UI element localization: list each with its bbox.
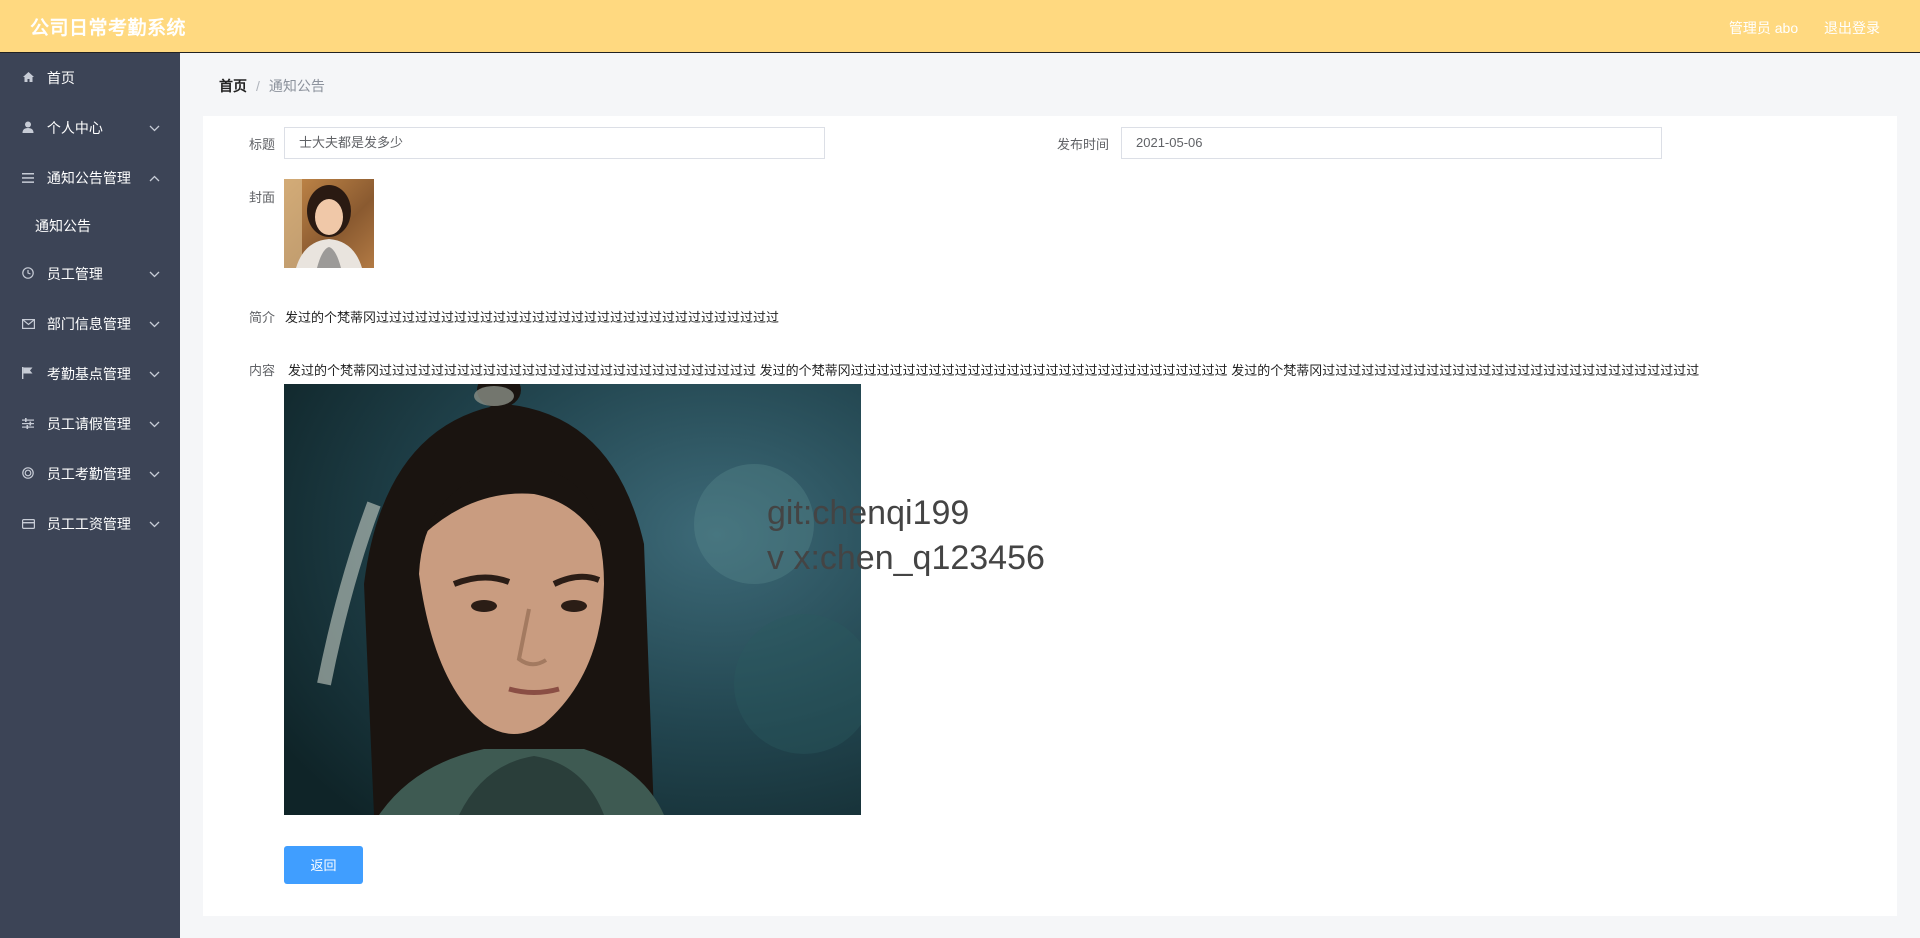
user-icon (22, 104, 40, 154)
app-title: 公司日常考勤系统 (30, 18, 187, 39)
content-label: 内容 (248, 363, 275, 378)
sidebar-item-label: 员工工资管理 (46, 516, 131, 532)
sidebar-item-home[interactable]: 首页 (0, 53, 180, 103)
sliders-icon (22, 400, 40, 450)
mail-icon (22, 300, 40, 350)
chevron-down-icon (149, 499, 160, 549)
sidebar-item-profile[interactable]: 个人中心 (0, 103, 180, 153)
breadcrumb-separator: / (256, 78, 260, 94)
sidebar-item-department-management[interactable]: 部门信息管理 (0, 299, 180, 349)
notice-detail-form: 标题 士大夫都是发多少 发布时间 2021-05-06 封面 简介 发过的个梵蒂… (203, 116, 1897, 916)
sidebar-item-attendance-point-management[interactable]: 考勤基点管理 (0, 349, 180, 399)
intro-text: 发过的个梵蒂冈过过过过过过过过过过过过过过过过过过过过过过过过过过过过过过过 (285, 310, 780, 325)
content-image (284, 384, 861, 815)
chevron-down-icon (149, 349, 160, 399)
sidebar-item-label: 首页 (46, 70, 75, 86)
chevron-down-icon (149, 299, 160, 349)
watermark-line: v x:chen_q123456 (767, 539, 1045, 577)
sidebar-item-label: 个人中心 (46, 120, 103, 136)
breadcrumb: 首页 / 通知公告 (219, 76, 325, 96)
chevron-down-icon (149, 449, 160, 499)
title-input[interactable]: 士大夫都是发多少 (284, 127, 825, 159)
sidebar-item-label: 通知公告管理 (46, 170, 131, 186)
chevron-down-icon (149, 103, 160, 153)
publish-time-input[interactable]: 2021-05-06 (1121, 127, 1662, 159)
watermark-line: git:chenqi199 (767, 494, 970, 532)
admin-user-label[interactable]: 管理员 abo (1729, 20, 1798, 36)
chevron-down-icon (149, 249, 160, 299)
target-icon (22, 450, 40, 500)
clock-icon (22, 250, 40, 300)
sidebar-item-label: 员工管理 (46, 266, 103, 282)
chevron-down-icon (149, 399, 160, 449)
publish-time-label: 发布时间 (1056, 137, 1109, 152)
flag-icon (22, 350, 40, 400)
sidebar-subitem-notice[interactable]: 通知公告 (0, 203, 180, 249)
cover-image (284, 179, 374, 268)
menu-icon (22, 154, 40, 204)
cover-label: 封面 (248, 190, 275, 205)
sidebar-item-label: 考勤基点管理 (46, 366, 131, 382)
header-user-area: 管理员 abo 退出登录 (1707, 18, 1880, 38)
sidebar: 首页 个人中心 通知公告管理 通知公告 员工管理 部门信息管理 考勤基点管理 员… (0, 53, 180, 938)
content-text: 发过的个梵蒂冈过过过过过过过过过过过过过过过过过过过过过过过过过过过过过 发过的… (288, 363, 1700, 378)
logout-link[interactable]: 退出登录 (1824, 20, 1880, 36)
back-button[interactable]: 返回 (284, 846, 363, 884)
sidebar-item-employee-management[interactable]: 员工管理 (0, 249, 180, 299)
chevron-up-icon (149, 153, 160, 203)
sidebar-item-label: 部门信息管理 (46, 316, 131, 332)
title-label: 标题 (248, 137, 275, 152)
sidebar-item-attendance-management[interactable]: 员工考勤管理 (0, 449, 180, 499)
breadcrumb-current: 通知公告 (268, 78, 325, 94)
sidebar-item-salary-management[interactable]: 员工工资管理 (0, 499, 180, 549)
top-header: 公司日常考勤系统 管理员 abo 退出登录 (0, 0, 1920, 53)
sidebar-item-label: 员工请假管理 (46, 416, 131, 432)
intro-label: 简介 (248, 310, 275, 325)
breadcrumb-home[interactable]: 首页 (219, 78, 247, 94)
sidebar-item-label: 员工考勤管理 (46, 466, 131, 482)
watermark-text: git:chenqi199 v x:chen_q123456 (767, 491, 1045, 581)
sidebar-item-notice-management[interactable]: 通知公告管理 (0, 153, 180, 203)
sidebar-item-leave-management[interactable]: 员工请假管理 (0, 399, 180, 449)
card-icon (22, 500, 40, 550)
home-icon (22, 54, 40, 104)
